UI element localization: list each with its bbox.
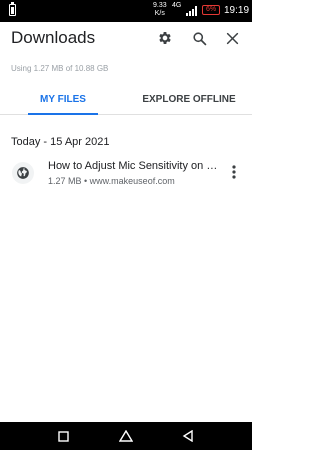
home-icon: [119, 430, 133, 442]
network-speed-value: 9.33: [153, 2, 167, 9]
gear-icon: [159, 32, 171, 44]
network-type: 4G: [172, 2, 182, 9]
globe-icon: [12, 162, 34, 184]
search-button[interactable]: [189, 28, 209, 48]
file-meta: 1.27 MB • www.makeuseof.com: [48, 176, 175, 186]
navigation-bar: [0, 422, 252, 450]
network-speed-unit: K/s: [154, 10, 165, 17]
battery-icon: 6%: [202, 5, 220, 15]
file-title: How to Adjust Mic Sensitivity on Windows…: [48, 160, 222, 172]
search-icon: [192, 31, 206, 45]
status-bar: 9.33 K/s 4G 6% 19:19: [0, 0, 252, 22]
section-date-header: Today - 15 Apr 2021: [11, 136, 110, 148]
more-options-button[interactable]: [226, 162, 242, 182]
tab-indicator: [28, 113, 98, 115]
close-icon: [226, 32, 238, 44]
clock: 19:19: [224, 5, 250, 16]
tab-my-files[interactable]: MY FILES: [0, 84, 126, 114]
battery-level: 6%: [205, 6, 217, 13]
home-button[interactable]: [114, 426, 138, 446]
battery-saver-icon: [9, 2, 16, 16]
recents-icon: [57, 430, 69, 442]
tab-explore-offline[interactable]: EXPLORE OFFLINE: [126, 84, 252, 114]
close-button[interactable]: [222, 28, 242, 48]
network-speed: 9.33 K/s: [153, 2, 167, 18]
back-icon: [182, 430, 193, 442]
page-title: Downloads: [11, 28, 96, 47]
recents-button[interactable]: [51, 426, 75, 446]
back-button[interactable]: [176, 426, 200, 446]
tab-bar: MY FILES EXPLORE OFFLINE: [0, 84, 252, 115]
app-bar: Downloads: [0, 22, 252, 56]
more-vert-icon: [232, 165, 236, 179]
settings-button[interactable]: [155, 28, 175, 48]
storage-usage: Using 1.27 MB of 10.88 GB: [11, 64, 109, 73]
list-item[interactable]: How to Adjust Mic Sensitivity on Windows…: [0, 156, 252, 190]
signal-icon: [186, 6, 197, 16]
